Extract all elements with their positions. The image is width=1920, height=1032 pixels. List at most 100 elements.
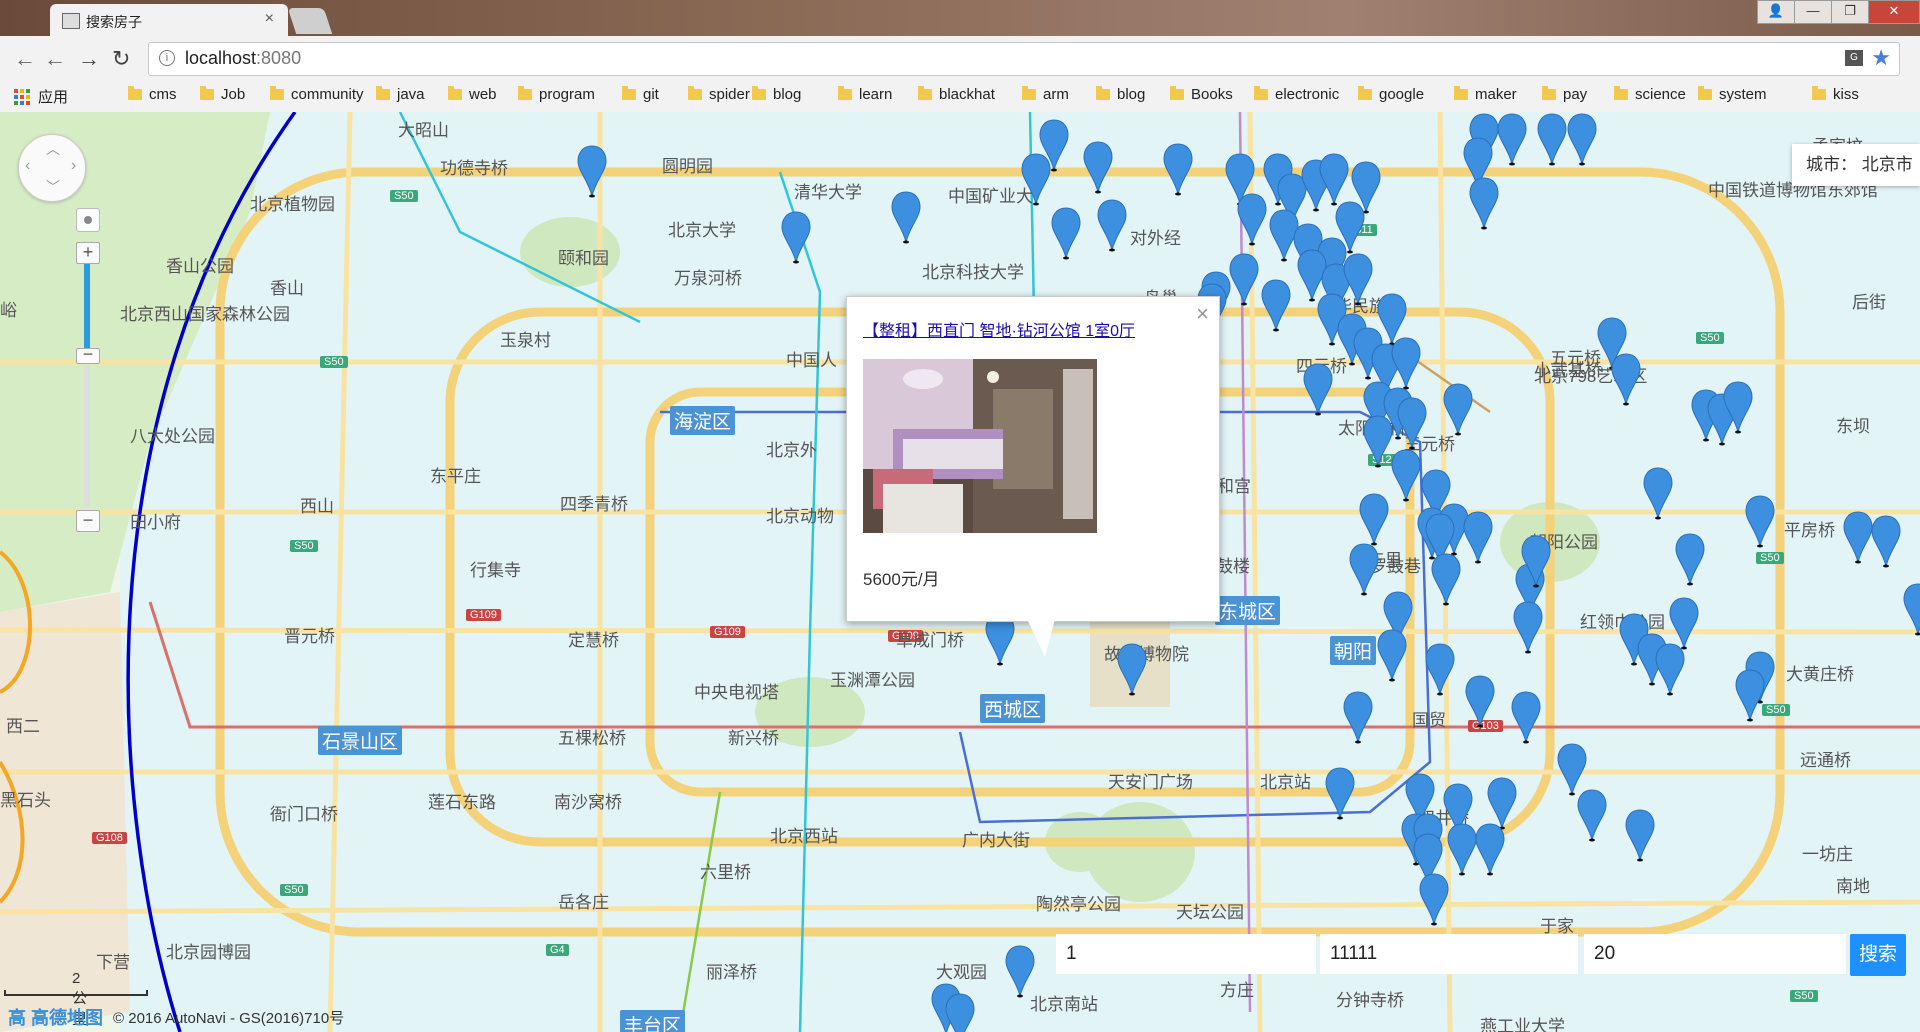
house-marker-icon[interactable] xyxy=(1260,278,1292,332)
close-window-button[interactable]: ✕ xyxy=(1868,0,1920,24)
house-marker-icon[interactable] xyxy=(1510,690,1542,744)
bookmark-folder[interactable]: web xyxy=(448,86,497,103)
bookmark-folder[interactable]: electronic xyxy=(1254,86,1339,103)
pan-up-icon[interactable]: ︿ xyxy=(46,139,60,159)
pan-down-icon[interactable]: ﹀ xyxy=(46,177,60,197)
house-marker-icon[interactable] xyxy=(1654,642,1686,696)
house-marker-icon[interactable] xyxy=(1734,668,1766,722)
house-marker-icon[interactable] xyxy=(780,210,812,264)
house-title-link[interactable]: 【整租】西直门 智地·钻河公馆 1室0厅 xyxy=(863,317,1135,341)
bookmark-folder[interactable]: Job xyxy=(200,86,245,103)
house-marker-icon[interactable] xyxy=(1624,808,1656,862)
forward-arrow-icon[interactable]: ← xyxy=(44,46,66,72)
maximize-button[interactable]: ❐ xyxy=(1831,0,1869,24)
house-marker-icon[interactable] xyxy=(1442,382,1474,436)
user-icon[interactable]: 👤 xyxy=(1757,0,1795,24)
search-field-2[interactable] xyxy=(1320,934,1578,974)
house-marker-icon[interactable] xyxy=(1390,448,1422,502)
bookmark-folder[interactable]: blog xyxy=(1096,86,1145,103)
house-marker-icon[interactable] xyxy=(1520,534,1552,588)
house-marker-icon[interactable] xyxy=(1318,152,1350,206)
translate-icon[interactable]: G xyxy=(1845,50,1863,66)
house-marker-icon[interactable] xyxy=(1334,200,1366,254)
house-marker-icon[interactable] xyxy=(1668,596,1700,650)
bookmark-folder[interactable]: pay xyxy=(1542,86,1587,103)
house-marker-icon[interactable] xyxy=(1430,552,1462,606)
house-marker-icon[interactable] xyxy=(1096,198,1128,252)
tab-close-icon[interactable]: × xyxy=(265,10,274,28)
back-arrow-icon[interactable]: ← xyxy=(14,46,36,72)
bookmark-star-icon[interactable]: ★ xyxy=(1871,45,1891,71)
house-marker-icon[interactable] xyxy=(1566,112,1598,166)
search-field-3[interactable] xyxy=(1584,934,1846,974)
pan-right-icon[interactable]: › xyxy=(71,157,76,175)
house-marker-icon[interactable] xyxy=(944,992,976,1032)
forward-button-icon[interactable]: → xyxy=(78,46,100,72)
zoom-track[interactable] xyxy=(84,366,90,506)
bookmark-folder[interactable]: blog xyxy=(752,86,801,103)
new-tab-button[interactable] xyxy=(287,8,333,34)
bookmark-folder[interactable]: kiss xyxy=(1812,86,1859,103)
house-marker-icon[interactable] xyxy=(1302,362,1334,416)
zoom-out-button[interactable]: − xyxy=(76,510,100,532)
house-marker-icon[interactable] xyxy=(890,190,922,244)
bookmark-folder[interactable]: learn xyxy=(838,86,892,103)
house-marker-icon[interactable] xyxy=(1870,514,1902,568)
zoom-handle[interactable]: − xyxy=(76,345,100,364)
bookmark-folder[interactable]: science xyxy=(1614,86,1686,103)
search-button[interactable]: 搜索 xyxy=(1850,934,1906,976)
house-marker-icon[interactable] xyxy=(1496,112,1528,166)
city-selector[interactable]: 城市： 北京市 xyxy=(1792,144,1920,186)
minimize-button[interactable]: — xyxy=(1794,0,1832,24)
address-bar[interactable]: i localhost:8080 G ★ xyxy=(148,42,1900,76)
site-info-icon[interactable]: i xyxy=(159,50,175,66)
house-marker-icon[interactable] xyxy=(1744,494,1776,548)
bookmark-folder[interactable]: spider xyxy=(688,86,750,103)
house-marker-icon[interactable] xyxy=(1376,628,1408,682)
house-marker-icon[interactable] xyxy=(1462,510,1494,564)
zoom-in-button[interactable]: + xyxy=(76,242,100,264)
bookmark-folder[interactable]: community xyxy=(270,86,364,103)
close-icon[interactable]: × xyxy=(1196,301,1209,327)
bookmark-folder[interactable]: blackhat xyxy=(918,86,995,103)
locate-button[interactable] xyxy=(76,208,100,232)
house-marker-icon[interactable] xyxy=(1418,872,1450,926)
house-marker-icon[interactable] xyxy=(1468,176,1500,230)
house-marker-icon[interactable] xyxy=(1324,766,1356,820)
house-marker-icon[interactable] xyxy=(1162,142,1194,196)
zoom-control[interactable]: + − − xyxy=(76,242,100,532)
house-marker-icon[interactable] xyxy=(1536,112,1568,166)
pan-control[interactable]: ︿ ﹀ ‹ › xyxy=(18,134,86,202)
bookmark-folder[interactable]: google xyxy=(1358,86,1424,103)
house-marker-icon[interactable] xyxy=(1116,642,1148,696)
house-marker-icon[interactable] xyxy=(1424,642,1456,696)
house-marker-icon[interactable] xyxy=(1474,822,1506,876)
bookmark-folder[interactable]: maker xyxy=(1454,86,1517,103)
bookmark-folder[interactable]: git xyxy=(622,86,659,103)
house-marker-icon[interactable] xyxy=(1610,352,1642,406)
bookmark-folder[interactable]: program xyxy=(518,86,595,103)
bookmark-apps[interactable]: 应用 xyxy=(14,86,68,107)
search-field-1[interactable] xyxy=(1056,934,1316,974)
house-marker-icon[interactable] xyxy=(1576,788,1608,842)
house-marker-icon[interactable] xyxy=(1004,944,1036,998)
house-marker-icon[interactable] xyxy=(1512,600,1544,654)
bookmark-folder[interactable]: system xyxy=(1698,86,1767,103)
house-marker-icon[interactable] xyxy=(1342,690,1374,744)
house-marker-icon[interactable] xyxy=(1396,396,1428,450)
house-marker-icon[interactable] xyxy=(1722,380,1754,434)
browser-tab[interactable]: 搜索房子 × xyxy=(50,4,288,36)
house-marker-icon[interactable] xyxy=(1228,252,1260,306)
house-marker-icon[interactable] xyxy=(1348,542,1380,596)
house-marker-icon[interactable] xyxy=(1642,466,1674,520)
house-marker-icon[interactable] xyxy=(1556,742,1588,796)
amap-logo[interactable]: 高 高德地图 xyxy=(8,1004,103,1030)
house-marker-icon[interactable] xyxy=(1464,674,1496,728)
house-marker-icon[interactable] xyxy=(576,144,608,198)
house-marker-icon[interactable] xyxy=(1020,152,1052,206)
pan-left-icon[interactable]: ‹ xyxy=(25,157,30,175)
house-marker-icon[interactable] xyxy=(1902,582,1920,636)
house-marker-icon[interactable] xyxy=(1358,492,1390,546)
house-marker-icon[interactable] xyxy=(1390,336,1422,390)
reload-icon[interactable]: ↻ xyxy=(112,46,130,72)
